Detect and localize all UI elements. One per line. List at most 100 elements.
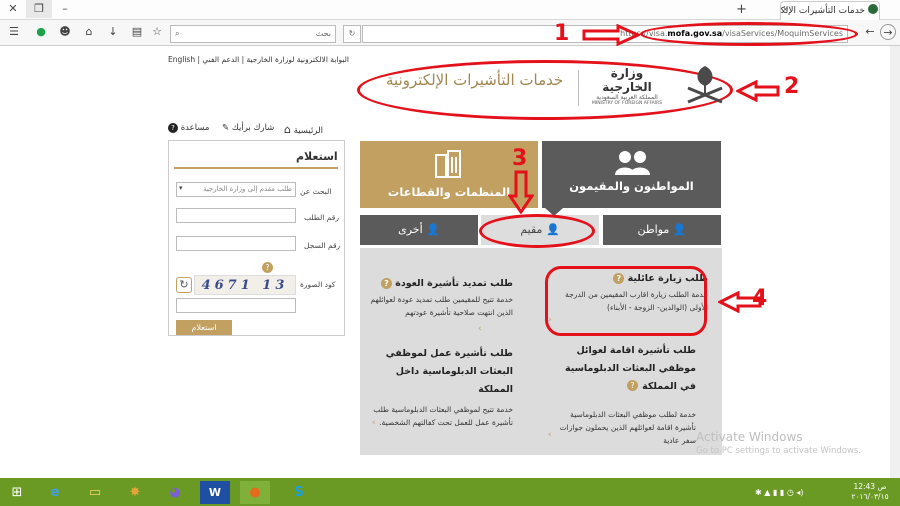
service-return-extension[interactable]: طلب تمديد تأشيرة العودة ? خدمة تتيح للمق… xyxy=(368,275,513,319)
clock[interactable]: 12:43 ص ٢٠١٦/٠٣/١٥ xyxy=(850,482,890,502)
app-sphere-icon[interactable]: ◕ xyxy=(160,481,190,504)
word-icon[interactable]: W xyxy=(200,481,230,504)
system-tray-icons[interactable]: ✱ ▲ ▮ ▮ ◷ ◂) xyxy=(755,488,804,497)
service-desc: خدمة تتيح لموظفي البعثات الدبلوماسية طلب… xyxy=(373,405,513,427)
citizens-residents-tile[interactable]: المواطنون والمقيمون xyxy=(542,141,721,208)
nav-home[interactable]: الرئيسية ⌂ xyxy=(284,123,323,136)
skype-icon[interactable]: S xyxy=(284,481,314,504)
tab-favicon-icon xyxy=(868,4,878,14)
dropdown-arrow-icon: ▾ xyxy=(179,184,183,192)
minimize-window-icon[interactable]: – xyxy=(52,0,78,18)
inquiry-title-underline xyxy=(174,167,338,169)
help-icon: ? xyxy=(168,123,178,133)
annotation-oval-resident xyxy=(479,214,595,248)
edit-icon: ✎ xyxy=(222,123,230,133)
download-icon[interactable]: ↓ xyxy=(105,24,121,40)
annotation-number-2: 2 xyxy=(784,74,800,99)
search-by-select[interactable]: طلب مقدم إلى وزارة الخارجية ▾ xyxy=(176,182,296,197)
buildings-icon xyxy=(435,150,461,178)
activate-windows-subtitle: Go to PC settings to activate Windows. xyxy=(696,446,862,456)
service-desc: خدمة تتيح للمقيمين طلب تمديد عودة لعوائل… xyxy=(370,295,513,317)
internet-explorer-icon[interactable]: e xyxy=(40,481,70,504)
tab-title: خدمات التأشيرات الإلكترونية xyxy=(780,6,865,16)
service-title: طلب تأشيرة اقامة لعوائل موظفي البعثات ال… xyxy=(564,345,696,392)
nav-share-label: شارك برأيك xyxy=(231,123,275,133)
annotation-oval-url xyxy=(640,22,858,46)
site-title: خدمات التأشيرات الإلكترونية xyxy=(386,71,564,89)
annotation-arrow-2 xyxy=(736,80,780,102)
browser-tab[interactable]: خدمات التأشيرات الإلكترونية xyxy=(780,1,880,20)
ministry-kingdom: المملكة العربية السعودية xyxy=(596,94,658,101)
page-scrollbar[interactable] xyxy=(890,46,900,478)
search-by-label: البحث عن xyxy=(300,187,332,196)
bookmark-star-icon[interactable]: ☆ xyxy=(149,24,165,40)
file-explorer-icon[interactable]: ▭ xyxy=(80,481,110,504)
annotation-oval-header xyxy=(357,60,733,120)
citizen-icon: 👤 xyxy=(672,223,687,236)
chevron-left-icon[interactable]: ‹ xyxy=(372,418,376,428)
tab-citizen[interactable]: مواطن 👤 xyxy=(603,215,721,245)
captcha-help-icon[interactable]: ? xyxy=(262,262,273,273)
tab-other-label: أخرى xyxy=(398,223,423,236)
media-player-icon[interactable]: ✸ xyxy=(120,481,150,504)
activate-windows-title: Activate Windows xyxy=(696,430,803,444)
tab-citizen-label: مواطن xyxy=(637,223,670,236)
vpn-icon[interactable]: ● xyxy=(33,24,49,40)
captcha-image: 4671 13 xyxy=(194,275,296,295)
menu-icon[interactable]: ☰ xyxy=(6,24,22,40)
service-title: طلب تأشيرة عمل لموظفي البعثات الدبلوماسي… xyxy=(385,348,513,395)
annotation-number-3: 3 xyxy=(512,146,528,171)
service-diplomatic-work[interactable]: طلب تأشيرة عمل لموظفي البعثات الدبلوماسي… xyxy=(368,345,513,429)
saudi-emblem-icon xyxy=(687,66,723,104)
annotation-number-1: 1 xyxy=(554,21,570,46)
inquiry-title: استعلام xyxy=(296,150,338,163)
service-title: طلب تمديد تأشيرة العودة ? xyxy=(368,275,513,293)
request-no-input[interactable] xyxy=(176,208,296,223)
chevron-left-icon[interactable]: ‹ xyxy=(478,324,482,334)
service-diplomatic-residence[interactable]: طلب تأشيرة اقامة لعوائل موظفي البعثات ال… xyxy=(548,342,696,447)
captcha-label: كود الصورة xyxy=(300,280,336,289)
user-icon: 👤 xyxy=(426,223,440,236)
firefox-icon[interactable]: ● xyxy=(240,481,270,504)
search-icon: ⌕ xyxy=(175,29,180,38)
search-by-value: طلب مقدم إلى وزارة الخارجية xyxy=(203,185,292,193)
home-icon[interactable]: ⌂ xyxy=(81,24,97,40)
reload-icon[interactable]: ↻ xyxy=(343,25,361,43)
search-input[interactable]: بحث ⌕ xyxy=(170,25,336,43)
new-tab-button[interactable]: + xyxy=(736,3,747,17)
back-icon[interactable]: → xyxy=(880,24,896,40)
request-no-label: رقم الطلب xyxy=(304,213,339,222)
info-icon: ? xyxy=(627,380,638,391)
chevron-left-icon[interactable]: ‹ xyxy=(548,430,552,440)
forward-icon[interactable]: ← xyxy=(862,24,878,40)
inquiry-submit-button[interactable]: استعلام xyxy=(176,320,232,335)
ministry-name-en: MINISTRY OF FOREIGN AFFAIRS xyxy=(591,101,663,106)
annotation-oval-family-visit xyxy=(545,266,707,336)
tab-close-icon[interactable]: ✕ xyxy=(782,5,789,14)
top-links[interactable]: البوابة الالكترونية لوزارة الخارجية | ال… xyxy=(168,55,349,64)
annotation-number-4: 4 xyxy=(752,286,768,311)
restore-window-icon[interactable]: ❐ xyxy=(26,0,52,18)
ministry-name-ar: وزارة الخارجية xyxy=(602,66,652,94)
annotation-arrow-3 xyxy=(508,170,534,214)
windows-start-icon[interactable]: ⊞ xyxy=(2,481,32,504)
close-window-icon[interactable]: ✕ xyxy=(0,0,26,18)
clipboard-icon[interactable]: ▤ xyxy=(129,24,145,40)
clock-date: ٢٠١٦/٠٣/١٥ xyxy=(851,492,889,501)
registry-no-label: رقم السجل xyxy=(304,241,341,250)
header-divider xyxy=(578,70,579,106)
tab-other[interactable]: أخرى 👤 xyxy=(360,215,478,245)
captcha-input[interactable] xyxy=(176,298,296,313)
nav-home-label: الرئيسية xyxy=(293,126,323,136)
nav-help[interactable]: مساعدة ? xyxy=(168,123,209,133)
home-icon: ⌂ xyxy=(284,123,291,136)
browser-tab-bar xyxy=(0,0,900,20)
clock-time: 12:43 ص xyxy=(853,482,887,491)
citizens-residents-label: المواطنون والمقيمون xyxy=(569,179,694,193)
info-icon: ? xyxy=(380,278,392,289)
service-desc: خدمة لطلب موظفي البعثات الدبلوماسية تأشي… xyxy=(559,410,696,445)
nav-share[interactable]: شارك برأيك ✎ xyxy=(222,123,274,133)
speed-dial-icon[interactable]: ☻ xyxy=(57,24,73,40)
registry-no-input[interactable] xyxy=(176,236,296,251)
captcha-refresh-icon[interactable]: ↻ xyxy=(176,277,192,293)
